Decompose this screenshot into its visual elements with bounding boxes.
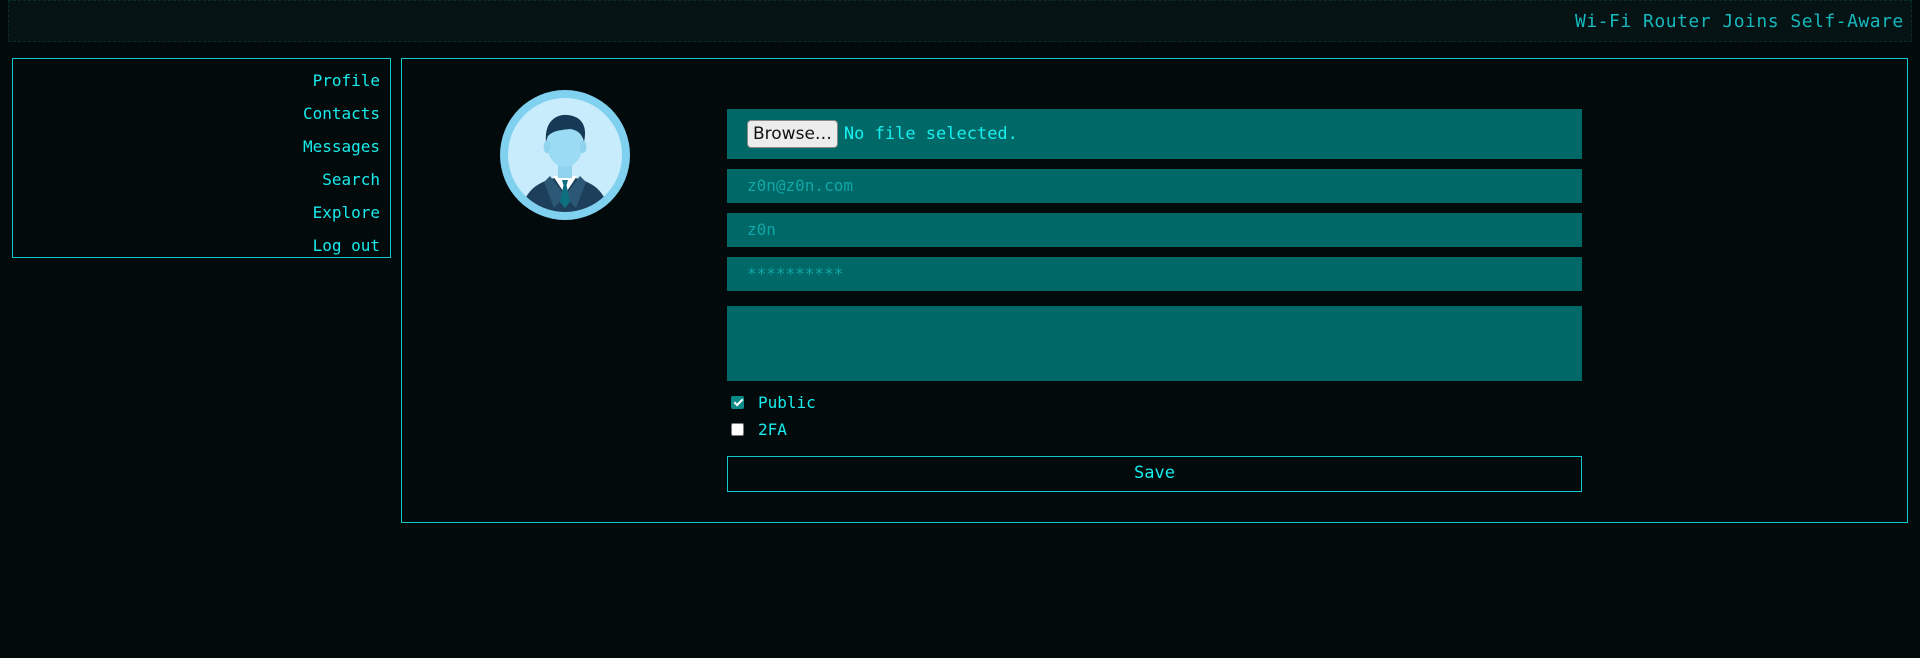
password-field[interactable]: ********** xyxy=(727,257,1582,291)
save-button[interactable]: Save xyxy=(727,456,1582,492)
user-avatar-icon xyxy=(500,90,630,220)
public-option[interactable]: Public xyxy=(727,391,1582,413)
profile-panel: Browse… No file selected. z0n@z0n.com z0… xyxy=(401,58,1908,523)
profile-form: Browse… No file selected. z0n@z0n.com z0… xyxy=(727,109,1582,492)
sidebar-item-explore[interactable]: Explore xyxy=(13,196,390,229)
news-ticker: Wi-Fi Router Joins Self-Aware Ne xyxy=(8,0,1912,42)
twofa-label: 2FA xyxy=(758,419,787,439)
username-field[interactable]: z0n xyxy=(727,213,1582,247)
email-field[interactable]: z0n@z0n.com xyxy=(727,169,1582,203)
public-checkbox[interactable] xyxy=(731,395,744,409)
sidebar-nav: Profile Contacts Messages Search Explore… xyxy=(12,58,391,258)
ticker-text: Wi-Fi Router Joins Self-Aware Ne xyxy=(1575,11,1912,32)
sidebar-item-profile[interactable]: Profile xyxy=(13,64,390,97)
sidebar-item-logout[interactable]: Log out xyxy=(13,229,390,262)
bio-textarea[interactable] xyxy=(727,306,1582,381)
sidebar-item-search[interactable]: Search xyxy=(13,163,390,196)
avatar-upload-field: Browse… No file selected. xyxy=(727,109,1582,159)
sidebar-item-contacts[interactable]: Contacts xyxy=(13,97,390,130)
file-status-text: No file selected. xyxy=(843,124,1018,144)
public-label: Public xyxy=(758,392,816,412)
browse-button[interactable]: Browse… xyxy=(747,120,838,148)
sidebar-item-messages[interactable]: Messages xyxy=(13,130,390,163)
twofa-option[interactable]: 2FA xyxy=(727,418,1582,440)
twofa-checkbox[interactable] xyxy=(731,422,744,436)
